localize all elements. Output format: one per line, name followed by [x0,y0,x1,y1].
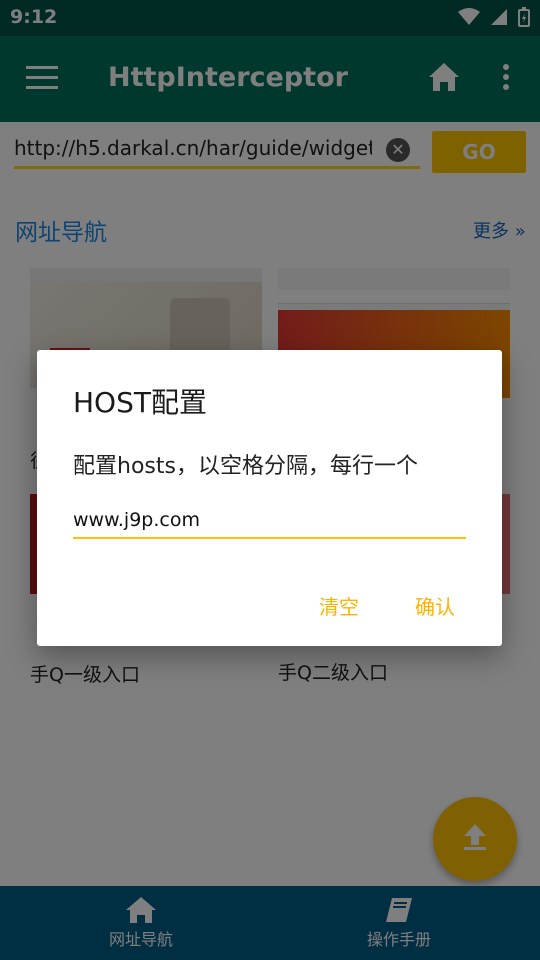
hosts-input[interactable]: www.j9p.com [73,509,466,531]
clear-button[interactable]: 清空 [319,591,359,620]
dialog-message: 配置hosts，以空格分隔，每行一个 [73,454,418,479]
host-config-dialog: HOST配置 配置hosts，以空格分隔，每行一个 www.j9p.com 清空… [37,350,502,646]
hosts-input-underline [73,537,466,539]
confirm-button[interactable]: 确认 [415,591,455,620]
dialog-title: HOST配置 [73,386,207,419]
